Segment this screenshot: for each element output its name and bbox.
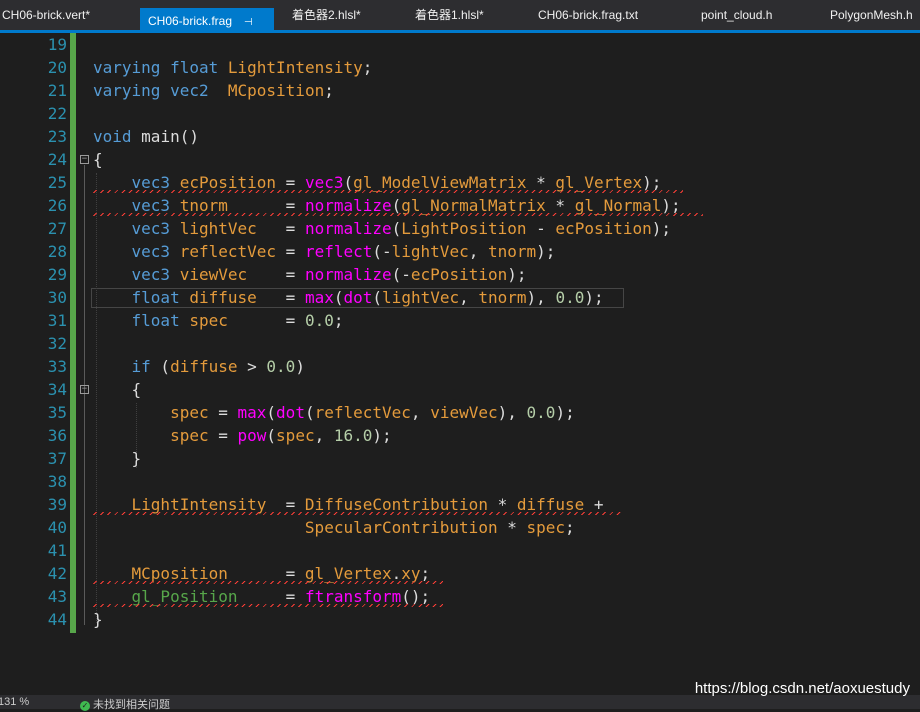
zoom-level[interactable]: 131 % (0, 696, 29, 708)
tab-ch06-brick-frag-txt[interactable]: CH06-brick.frag.txt (538, 0, 638, 30)
code-line: { (93, 380, 142, 399)
code-line: spec = max(dot(reflectVec, viewVec), 0.0… (170, 403, 575, 422)
collapse-icon[interactable]: − (80, 155, 89, 164)
line-number: 24 (47, 150, 67, 169)
error-squiggle (93, 190, 683, 193)
line-number: 40 (47, 518, 67, 537)
watermark: https://blog.csdn.net/aoxuestudy (694, 680, 910, 697)
code-line: varying vec2 MCposition; (93, 81, 334, 100)
line-number: 42 (47, 564, 67, 583)
tab-polygonmesh-h[interactable]: PolygonMesh.h (830, 0, 913, 30)
code-line: float spec = 0.0; (131, 311, 344, 330)
code-line: SpecularContribution * spec; (304, 518, 575, 537)
error-squiggle (93, 581, 443, 584)
change-tracking-bar (70, 33, 76, 633)
line-number: 39 (47, 495, 67, 514)
line-number: 25 (47, 173, 67, 192)
code-line: varying float LightIntensity; (93, 58, 373, 77)
line-number: 37 (47, 449, 67, 468)
collapse-icon[interactable]: − (80, 385, 89, 394)
status-bar: 131 % ✓ 未找到相关问题 (0, 695, 920, 712)
line-number: 31 (47, 311, 67, 330)
line-number: 38 (47, 472, 67, 491)
line-number: 29 (47, 265, 67, 284)
code-line: float diffuse = max(dot(lightVec, tnorm)… (131, 288, 604, 307)
line-number: 26 (47, 196, 67, 215)
code-line: if (diffuse > 0.0) (131, 357, 305, 376)
issues-indicator[interactable]: ✓ 未找到相关问题 (80, 696, 170, 712)
code-line: { (93, 150, 103, 169)
line-number: 36 (47, 426, 67, 445)
error-squiggle (93, 512, 623, 515)
tab-ch06-brick-frag[interactable]: CH06-brick.frag ⊣ (140, 8, 274, 32)
code-editor[interactable]: 19 20 21 22 23 24 25 26 27 28 29 30 31 3… (0, 33, 920, 695)
line-number: 20 (47, 58, 67, 77)
document-tab-bar: CH06-brick.vert* CH06-brick.frag ⊣ 着色器2.h… (0, 0, 920, 33)
line-number: 32 (47, 334, 67, 353)
line-number: 27 (47, 219, 67, 238)
line-number: 23 (47, 127, 67, 146)
tab-label: CH06-brick.frag (148, 14, 233, 28)
line-number: 35 (47, 403, 67, 422)
code-line: vec3 reflectVec = reflect(-lightVec, tno… (131, 242, 556, 261)
code-line: } (93, 610, 103, 629)
tab-point-cloud-h[interactable]: point_cloud.h (701, 0, 772, 30)
line-number: 44 (47, 610, 67, 629)
code-line: spec = pow(spec, 16.0); (170, 426, 392, 445)
code-line: void main() (93, 127, 199, 146)
line-number: 22 (47, 104, 67, 123)
code-line: vec3 lightVec = normalize(LightPosition … (131, 219, 672, 238)
tab-ch06-brick-vert[interactable]: CH06-brick.vert* (2, 0, 90, 30)
code-line: vec3 viewVec = normalize(-ecPosition); (131, 265, 527, 284)
error-squiggle (93, 213, 703, 216)
pin-icon[interactable]: ⊣ (244, 17, 253, 28)
code-line: } (93, 449, 142, 468)
tab-shader1-hlsl[interactable]: 着色器1.hlsl* (415, 0, 484, 30)
fold-guide (84, 395, 85, 471)
line-number: 43 (47, 587, 67, 606)
tab-shader2-hlsl[interactable]: 着色器2.hlsl* (292, 0, 361, 30)
line-number: 33 (47, 357, 67, 376)
issues-label: 未找到相关问题 (93, 699, 170, 711)
line-number: 21 (47, 81, 67, 100)
line-number: 41 (47, 541, 67, 560)
check-icon: ✓ (80, 701, 90, 711)
line-number: 28 (47, 242, 67, 261)
line-number: 34 (47, 380, 67, 399)
line-number: 30 (47, 288, 67, 307)
error-squiggle (93, 604, 443, 607)
line-number: 19 (47, 35, 67, 54)
